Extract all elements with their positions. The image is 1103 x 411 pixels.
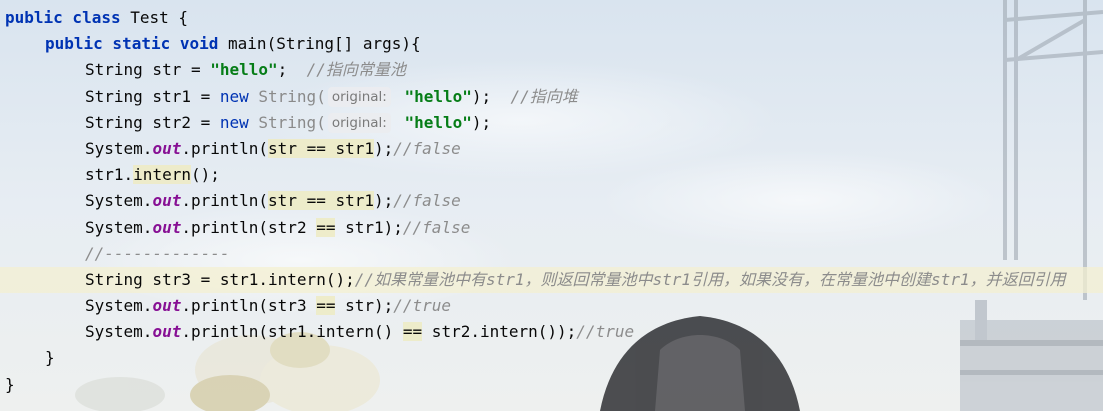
- code-token: .println(: [181, 138, 269, 158]
- code-token: System.: [85, 191, 153, 211]
- code-line-text: //-------------: [0, 244, 230, 263]
- code-line[interactable]: }: [0, 345, 1103, 371]
- code-line[interactable]: System.out.println(str3 == str);//true: [0, 293, 1103, 319]
- code-line-text: str1.intern();: [0, 165, 220, 185]
- code-token: .println(str2: [181, 217, 317, 237]
- code-line[interactable]: System.out.println(str2 == str1);//false: [0, 215, 1103, 241]
- code-line[interactable]: String str3 = str1.intern();//如果常量池中有str…: [0, 266, 1103, 294]
- code-token: Test {: [130, 8, 189, 27]
- code-token: ==: [316, 217, 336, 237]
- code-comment: //true: [393, 296, 452, 316]
- code-token: System.: [85, 217, 153, 237]
- code-comment: //如果常量池中有str1，则返回常量池中str1引用，如果没有，在常量池中创建…: [354, 269, 1066, 289]
- code-token: .println(str1.intern(): [181, 322, 403, 342]
- code-token: str2.intern());: [422, 322, 577, 342]
- code-line[interactable]: }: [0, 372, 1103, 398]
- code-token: str1);: [335, 217, 403, 237]
- code-line[interactable]: public class Test {: [0, 5, 1103, 31]
- code-token: );: [374, 138, 394, 158]
- code-line-text: System.out.println(str1.intern() == str2…: [0, 322, 635, 342]
- code-token: "hello": [394, 86, 472, 106]
- code-comment: //true: [576, 322, 635, 342]
- code-token: .println(str3: [181, 296, 317, 316]
- code-token: intern: [133, 165, 191, 185]
- code-token: out: [152, 217, 182, 237]
- code-line-text: }: [0, 375, 15, 394]
- code-token: }: [5, 374, 15, 394]
- code-token: System.: [85, 296, 153, 316]
- code-token: ;: [277, 60, 307, 80]
- code-line[interactable]: System.out.println(str == str1);//false: [0, 136, 1103, 162]
- code-token: str == str1: [268, 191, 375, 211]
- code-editor[interactable]: public class Test { public static void ma…: [0, 5, 1103, 398]
- code-token: ==: [316, 296, 336, 316]
- code-line-text: String str3 = str1.intern();//如果常量池中有str…: [0, 270, 1066, 289]
- code-token: String str3 = str1.intern();: [85, 269, 355, 289]
- code-token: new: [219, 112, 259, 132]
- code-comment: //false: [393, 138, 461, 158]
- code-comment: //-------------: [85, 243, 230, 263]
- code-token: String(: [258, 86, 326, 106]
- code-line[interactable]: System.out.println(str1.intern() == str2…: [0, 319, 1103, 345]
- code-token: System.: [85, 322, 153, 342]
- code-token: ();: [190, 165, 220, 185]
- code-line-text: }: [0, 348, 55, 367]
- code-line[interactable]: //-------------: [0, 241, 1103, 267]
- code-line-text: String str2 = new String(original: "hell…: [0, 112, 492, 133]
- code-token: main(String[] args){: [228, 34, 421, 54]
- code-line-text: String str1 = new String(original: "hell…: [0, 86, 578, 107]
- code-line-text: System.out.println(str == str1);//false: [0, 191, 461, 211]
- code-token: String str2 =: [85, 112, 220, 132]
- code-line[interactable]: String str1 = new String(original: "hell…: [0, 84, 1103, 110]
- code-token: "hello": [394, 112, 472, 132]
- code-token: }: [45, 348, 55, 368]
- code-token: System.: [85, 138, 153, 158]
- code-token: ==: [402, 322, 423, 342]
- code-comment: //false: [393, 191, 461, 211]
- code-token: .println(: [181, 191, 269, 211]
- code-line[interactable]: String str = "hello"; //指向常量池: [0, 57, 1103, 83]
- code-line-text: String str = "hello"; //指向常量池: [0, 60, 406, 79]
- code-token: String(: [258, 112, 326, 132]
- code-token: "hello": [210, 60, 278, 80]
- code-token: out: [152, 191, 182, 211]
- code-line[interactable]: public static void main(String[] args){: [0, 31, 1103, 57]
- code-token: out: [152, 296, 182, 316]
- code-line-text: System.out.println(str3 == str);//true: [0, 296, 452, 316]
- code-line-text: public class Test {: [0, 8, 188, 27]
- code-token: String str1 =: [85, 86, 220, 106]
- code-token: );: [471, 112, 492, 132]
- code-token: out: [152, 138, 182, 158]
- code-token: out: [152, 322, 182, 342]
- code-token: str);: [335, 296, 394, 316]
- code-token: str == str1: [268, 138, 375, 158]
- code-comment: //false: [402, 217, 471, 237]
- code-token: );: [471, 86, 511, 106]
- code-token: new: [219, 86, 259, 106]
- code-line[interactable]: String str2 = new String(original: "hell…: [0, 110, 1103, 136]
- code-line-text: public static void main(String[] args){: [0, 34, 421, 53]
- code-token: String str =: [85, 60, 211, 80]
- code-line[interactable]: str1.intern();: [0, 162, 1103, 188]
- code-line[interactable]: System.out.println(str == str1);//false: [0, 188, 1103, 214]
- code-comment: //指向堆: [510, 86, 578, 106]
- code-token: public class: [5, 8, 131, 27]
- code-token: );: [374, 191, 394, 211]
- code-token: public static void: [45, 34, 229, 54]
- code-comment: //指向常量池: [306, 60, 406, 80]
- code-line-text: System.out.println(str2 == str1);//false: [0, 217, 471, 237]
- parameter-hint: original:: [327, 112, 391, 133]
- code-line-text: System.out.println(str == str1);//false: [0, 138, 461, 158]
- parameter-hint: original:: [327, 86, 391, 107]
- code-token: str1.: [85, 165, 134, 185]
